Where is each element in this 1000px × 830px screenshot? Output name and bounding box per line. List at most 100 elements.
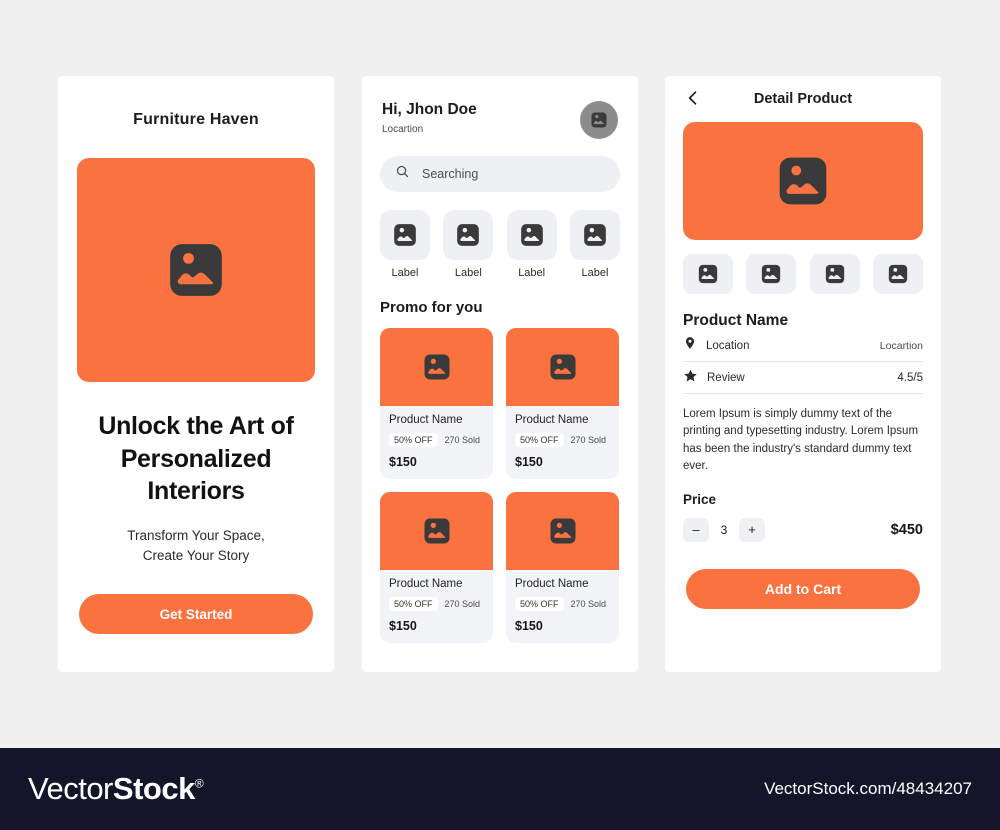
- thumbnail-list: [683, 254, 923, 294]
- image-placeholder-icon: [590, 111, 608, 129]
- product-image: [506, 328, 619, 406]
- product-card[interactable]: Product Name 50% OFF 270 Sold $150: [506, 492, 619, 643]
- product-description: Lorem Ipsum is simply dummy text of the …: [683, 408, 919, 473]
- product-meta: 50% OFF 270 Sold: [389, 433, 484, 447]
- page-title: Furniture Haven: [133, 111, 259, 128]
- hero-image-placeholder: [77, 158, 315, 382]
- image-placeholder-icon: [760, 263, 782, 285]
- registered-mark: ®: [194, 776, 204, 791]
- headline: Unlock the Art of Personalized Interiors: [98, 412, 294, 505]
- review-row: Review 4.5/5: [683, 362, 923, 394]
- search-placeholder: Searching: [422, 167, 479, 181]
- logo-bold-part: Stock: [112, 771, 195, 806]
- category-icon-box: [443, 210, 494, 260]
- image-placeholder-icon: [548, 352, 578, 382]
- greeting-text: Hi, Jhon Doe: [382, 101, 477, 118]
- discount-badge: 50% OFF: [515, 433, 564, 447]
- search-icon: [395, 164, 410, 184]
- quantity-decrement-button[interactable]: –: [683, 517, 709, 542]
- watermark-url: VectorStock.com/48434207: [764, 779, 972, 798]
- page-title: Detail Product: [753, 91, 853, 107]
- product-info: Product Name 50% OFF 270 Sold $150: [506, 406, 619, 479]
- product-image: [380, 328, 493, 406]
- image-placeholder-icon: [697, 263, 719, 285]
- image-placeholder-icon: [519, 222, 545, 248]
- category-label: Label: [518, 267, 546, 279]
- product-price: $150: [515, 455, 543, 469]
- thumbnail-item[interactable]: [746, 254, 797, 294]
- product-price: $150: [389, 455, 417, 469]
- thumbnail-item[interactable]: [872, 254, 923, 294]
- image-placeholder-icon: [455, 222, 481, 248]
- product-info: Product Name 50% OFF 270 Sold $150: [380, 570, 493, 643]
- image-placeholder-icon: [422, 516, 452, 546]
- product-name: Product Name: [683, 312, 789, 329]
- phone-screen-detail: Detail Product Product Name Location Loc…: [665, 76, 941, 672]
- quantity-stepper: – 3 + $450: [683, 517, 923, 542]
- product-grid: Product Name 50% OFF 270 Sold $150 Produ…: [380, 328, 620, 643]
- product-card[interactable]: Product Name 50% OFF 270 Sold $150: [506, 328, 619, 479]
- image-placeholder-icon: [775, 153, 831, 209]
- category-item[interactable]: Label: [380, 210, 430, 279]
- product-card[interactable]: Product Name 50% OFF 270 Sold $150: [380, 328, 493, 479]
- phone-screen-onboarding: Furniture Haven Unlock the Art of Person…: [58, 76, 334, 672]
- image-placeholder-icon: [422, 352, 452, 382]
- location-label: Location: [706, 339, 750, 352]
- product-price: $150: [515, 619, 543, 633]
- category-list: Label Label Label Label: [380, 210, 620, 279]
- thumbnail-item[interactable]: [683, 254, 733, 294]
- product-card[interactable]: Product Name 50% OFF 270 Sold $150: [380, 492, 493, 643]
- product-image: [506, 492, 619, 570]
- subtitle: Transform Your Space, Create Your Story: [80, 526, 312, 567]
- thumbnail-item[interactable]: [809, 254, 860, 294]
- product-price: $150: [389, 619, 417, 633]
- product-info: Product Name 50% OFF 270 Sold $150: [380, 406, 493, 479]
- quantity-increment-button[interactable]: +: [739, 517, 765, 542]
- detail-hero-image: [683, 122, 923, 240]
- product-name: Product Name: [389, 414, 463, 426]
- quantity-value: 3: [720, 522, 728, 537]
- avatar[interactable]: [580, 101, 618, 139]
- product-info: Product Name 50% OFF 270 Sold $150: [506, 570, 619, 643]
- product-meta: 50% OFF 270 Sold: [515, 433, 610, 447]
- image-placeholder-icon: [582, 222, 608, 248]
- star-icon: [683, 368, 698, 388]
- product-name: Product Name: [389, 578, 463, 590]
- category-item[interactable]: Label: [569, 210, 620, 279]
- product-name: Product Name: [515, 414, 589, 426]
- section-title-promo: Promo for you: [380, 299, 483, 316]
- detail-header: Detail Product: [665, 76, 941, 122]
- search-input[interactable]: Searching: [380, 156, 620, 192]
- total-price: $450: [890, 521, 923, 538]
- sold-count: 270 Sold: [570, 435, 607, 445]
- home-header: Hi, Jhon Doe Locartion: [362, 76, 638, 139]
- product-meta: 50% OFF 270 Sold: [389, 597, 484, 611]
- image-placeholder-icon: [392, 222, 418, 248]
- location-row: Location Locartion: [683, 330, 923, 362]
- category-item[interactable]: Label: [443, 210, 494, 279]
- logo-light-part: Vector: [28, 771, 113, 806]
- sold-count: 270 Sold: [570, 599, 607, 609]
- greeting-block: Hi, Jhon Doe Locartion: [382, 101, 477, 135]
- add-to-cart-button[interactable]: Add to Cart: [686, 568, 920, 609]
- product-name: Product Name: [515, 578, 589, 590]
- category-label: Label: [391, 267, 419, 279]
- discount-badge: 50% OFF: [389, 597, 438, 611]
- vectorstock-logo: VectorStock®: [28, 771, 204, 807]
- category-label: Label: [454, 267, 482, 279]
- category-item[interactable]: Label: [506, 210, 557, 279]
- category-icon-box: [380, 210, 430, 260]
- chevron-left-icon[interactable]: [683, 88, 703, 108]
- image-placeholder-icon: [548, 516, 578, 546]
- product-image: [380, 492, 493, 570]
- review-value: 4.5/5: [897, 371, 923, 384]
- poster-canvas: Furniture Haven Unlock the Art of Person…: [0, 0, 1000, 830]
- watermark-footer: VectorStock® VectorStock.com/48434207: [0, 748, 1000, 830]
- discount-badge: 50% OFF: [515, 597, 564, 611]
- map-pin-icon: [683, 336, 697, 355]
- sold-count: 270 Sold: [444, 599, 481, 609]
- category-icon-box: [506, 210, 557, 260]
- get-started-button[interactable]: Get Started: [79, 594, 313, 634]
- category-label: Label: [581, 267, 609, 279]
- image-placeholder-icon: [165, 239, 227, 301]
